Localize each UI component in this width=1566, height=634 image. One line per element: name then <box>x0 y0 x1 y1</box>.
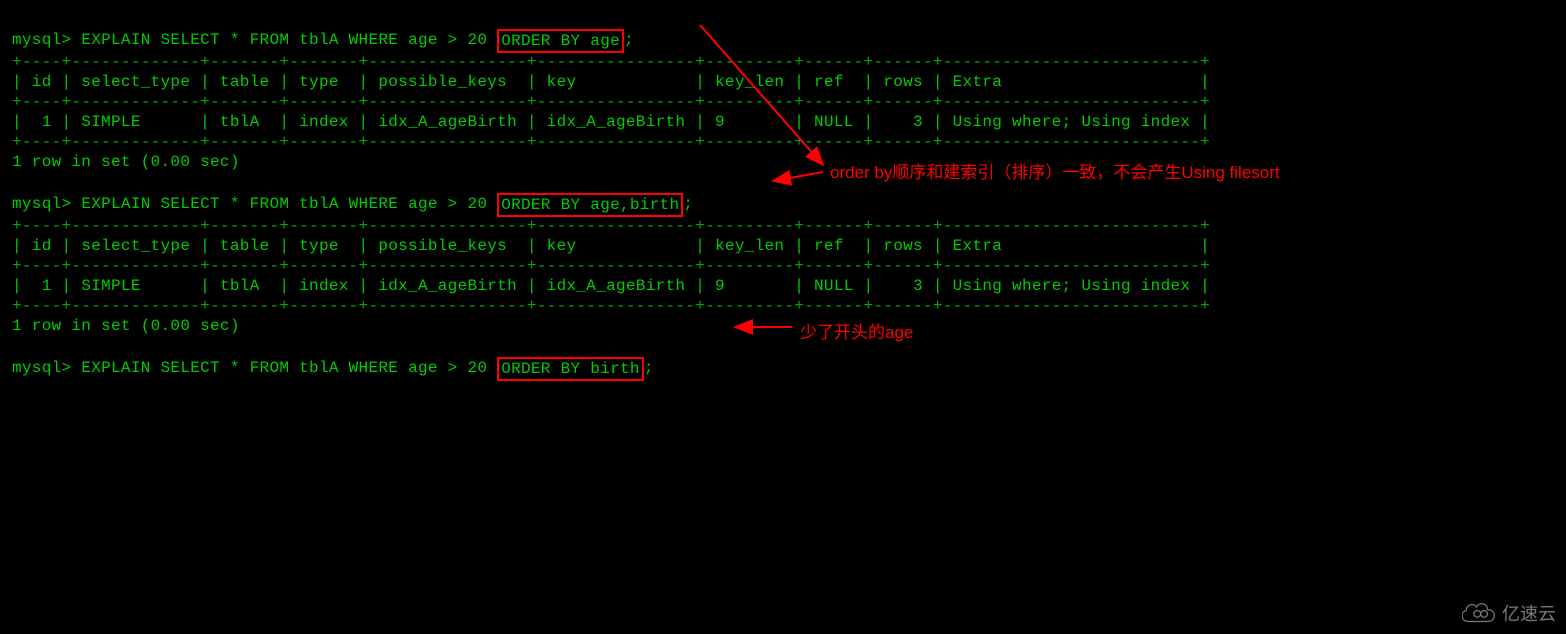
table-header: | id | select_type | table | type | poss… <box>12 237 1210 255</box>
query3-highlight: ORDER BY birth <box>497 357 644 381</box>
watermark: 亿速云 <box>1462 600 1556 626</box>
mysql-terminal: mysql> EXPLAIN SELECT * FROM tblA WHERE … <box>0 0 1566 388</box>
query2-highlight: ORDER BY age,birth <box>497 193 683 217</box>
table-divider: +----+-------------+-------+-------+----… <box>12 133 1210 151</box>
table-divider: +----+-------------+-------+-------+----… <box>12 53 1210 71</box>
table-divider: +----+-------------+-------+-------+----… <box>12 217 1210 235</box>
table-row: | 1 | SIMPLE | tblA | index | idx_A_ageB… <box>12 277 1210 295</box>
query1-prefix: EXPLAIN SELECT * FROM tblA WHERE age > 2… <box>81 31 497 49</box>
query3-suffix: ; <box>644 359 654 377</box>
prompt: mysql> <box>12 31 81 49</box>
table-divider: +----+-------------+-------+-------+----… <box>12 93 1210 111</box>
cloud-icon <box>1462 601 1496 625</box>
query2-suffix: ; <box>683 195 693 213</box>
annotation-1: order by顺序和建索引（排序）一致，不会产生Using filesort <box>830 158 1280 183</box>
query2-prefix: EXPLAIN SELECT * FROM tblA WHERE age > 2… <box>81 195 497 213</box>
table-divider: +----+-------------+-------+-------+----… <box>12 297 1210 315</box>
prompt: mysql> <box>12 195 81 213</box>
query3-prefix: EXPLAIN SELECT * FROM tblA WHERE age > 2… <box>81 359 497 377</box>
watermark-text: 亿速云 <box>1502 600 1556 626</box>
prompt: mysql> <box>12 359 81 377</box>
table-row: | 1 | SIMPLE | tblA | index | idx_A_ageB… <box>12 113 1210 131</box>
query1-highlight: ORDER BY age <box>497 29 624 53</box>
table-divider: +----+-------------+-------+-------+----… <box>12 257 1210 275</box>
query1-suffix: ; <box>624 31 634 49</box>
table-header: | id | select_type | table | type | poss… <box>12 73 1210 91</box>
result-message: 1 row in set (0.00 sec) <box>12 153 240 171</box>
result-message: 1 row in set (0.00 sec) <box>12 317 240 335</box>
annotation-2: 少了开头的age <box>800 318 913 343</box>
